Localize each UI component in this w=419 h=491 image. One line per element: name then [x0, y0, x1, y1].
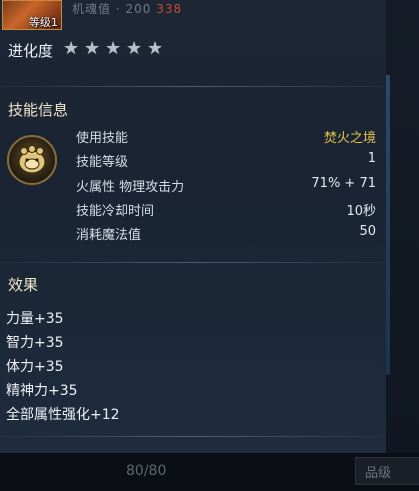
item-tooltip-panel: 等级1 机魂值 · 200 338 进化度 ★ ★ ★ ★ ★ 技能信息 使用技… — [0, 0, 387, 453]
faded-stat-red: 338 — [156, 2, 183, 16]
star-icon: ★ — [84, 38, 101, 59]
star-icon: ★ — [147, 38, 164, 59]
skill-row-value: 71% + 71 — [311, 176, 376, 191]
skill-row-key: 火属性 物理攻击力 — [76, 180, 185, 195]
skill-row-value: 1 — [367, 151, 376, 166]
grade-tab[interactable]: 品级 — [355, 457, 419, 485]
side-panel-edge — [386, 0, 419, 453]
inventory-count: 80/80 — [126, 463, 167, 479]
evolution-label: 进化度 — [8, 42, 54, 60]
star-icon: ★ — [63, 38, 80, 59]
inventory-footer: 80/80 品级 — [0, 453, 419, 491]
skill-name-value: 焚火之境 — [323, 131, 376, 146]
evolution-stars: ★ ★ ★ ★ ★ — [63, 40, 165, 58]
skill-row-use-skill: 使用技能 焚火之境 — [76, 127, 376, 147]
beast-claw-icon[interactable] — [7, 135, 57, 185]
top-faded-stat: 机魂值 · 200 338 — [72, 0, 182, 17]
divider — [0, 436, 386, 437]
portrait-level: 等级1 — [29, 16, 58, 29]
effect-item: 全部属性强化+12 — [6, 407, 120, 423]
skill-row-key: 使用技能 — [76, 131, 129, 146]
effect-item: 体力+35 — [6, 359, 64, 375]
divider — [0, 262, 386, 263]
star-icon: ★ — [105, 38, 122, 59]
skill-row-attack: 火属性 物理攻击力 71% + 71 — [76, 176, 376, 196]
effects-section-title: 效果 — [8, 276, 39, 294]
skill-section-title: 技能信息 — [8, 101, 69, 119]
portrait-icon[interactable]: 等级1 — [2, 0, 62, 30]
grade-tab-label: 品级 — [365, 466, 392, 481]
star-icon: ★ — [126, 38, 143, 59]
skill-row-mana: 消耗魔法值 50 — [76, 224, 376, 244]
effect-item: 精神力+35 — [6, 383, 78, 399]
skill-row-cooldown: 技能冷却时间 10秒 — [76, 200, 376, 220]
effect-item: 力量+35 — [6, 311, 64, 327]
faded-stat-text: 机魂值 · 200 — [72, 2, 152, 16]
skill-row-key: 技能等级 — [76, 155, 129, 170]
skill-row-key: 消耗魔法值 — [76, 228, 142, 243]
scroll-edge[interactable] — [386, 75, 390, 375]
divider — [0, 86, 386, 87]
skill-row-key: 技能冷却时间 — [76, 204, 155, 219]
skill-row-value: 10秒 — [346, 204, 376, 219]
effect-item: 智力+35 — [6, 335, 64, 351]
skill-row-level: 技能等级 1 — [76, 151, 376, 171]
skill-row-value: 50 — [359, 224, 376, 239]
